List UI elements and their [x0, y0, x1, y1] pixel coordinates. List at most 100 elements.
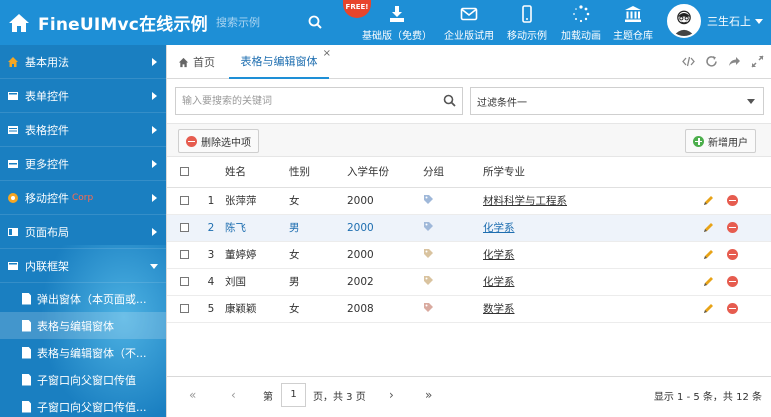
search-icon[interactable] — [443, 94, 456, 107]
plus-circle-icon — [693, 135, 704, 147]
search-input[interactable] — [176, 88, 436, 114]
page-total-label: 页，共 3 页 — [313, 392, 366, 403]
main-panel: 首页 表格与编辑窗体 × 过滤条件一 删除选中项 新增用户 — [166, 45, 771, 417]
pencil-icon[interactable] — [703, 222, 714, 233]
cell-year: 2000 — [347, 187, 423, 215]
pager-info: 显示 1 - 5 条，共 12 条 — [653, 392, 762, 403]
nav-themes[interactable]: 主题仓库 — [613, 5, 653, 42]
data-grid: 姓名 性别 入学年份 分组 所学专业 1 张萍萍 女 2000 材料科学与工程系 — [167, 157, 771, 323]
delete-row-icon[interactable] — [727, 195, 739, 206]
chevron-down-icon — [747, 99, 755, 104]
row-number: 3 — [197, 241, 225, 269]
add-user-button[interactable]: 新增用户 — [685, 129, 756, 153]
pencil-icon[interactable] — [703, 303, 714, 314]
delete-row-icon[interactable] — [727, 303, 739, 314]
sidebar-subitem-child-parent[interactable]: 子窗口向父窗口传值 — [0, 366, 166, 393]
column-header-major[interactable]: 所学专业 — [483, 157, 703, 188]
cell-year: 2000 — [347, 214, 423, 242]
row-checkbox[interactable] — [180, 250, 189, 259]
nav-loading[interactable]: 加载动画 — [561, 5, 601, 42]
sidebar-item-table[interactable]: 表格控件 — [0, 113, 166, 147]
sidebar-item-iframe[interactable]: 内联框架 — [0, 249, 166, 283]
prev-page-button[interactable]: ‹ — [231, 388, 236, 402]
sidebar-item-mobile[interactable]: 移动控件 Corp — [0, 181, 166, 215]
nav-basic[interactable]: 基础版（免费） — [362, 5, 432, 42]
delete-selected-button[interactable]: 删除选中项 — [178, 129, 259, 153]
layout-icon — [8, 227, 18, 236]
next-page-button[interactable]: › — [389, 388, 394, 402]
user-menu[interactable]: 三生石上 — [667, 4, 763, 38]
row-checkbox[interactable] — [180, 304, 189, 313]
document-icon — [22, 319, 31, 332]
table-row[interactable]: 5 康颖颖 女 2008 数学系 — [167, 295, 771, 323]
cell-gender: 女 — [289, 241, 347, 269]
nav-mobile[interactable]: 移动示例 — [507, 5, 547, 42]
cell-major-link[interactable]: 材料科学与工程系 — [483, 195, 567, 207]
column-header-year[interactable]: 入学年份 — [347, 157, 423, 188]
nav-enterprise[interactable]: 企业版试用 — [444, 5, 494, 42]
pager: « ‹ 第 1 页，共 3 页 › » 显示 1 - 5 条，共 12 条 — [167, 376, 771, 412]
sidebar-subitem-popup[interactable]: 弹出窗体（本页面或... — [0, 285, 166, 312]
page-number-input[interactable]: 1 — [281, 383, 306, 407]
last-page-button[interactable]: » — [425, 388, 432, 402]
sidebar-item-form[interactable]: 表单控件 — [0, 79, 166, 113]
pencil-icon[interactable] — [703, 195, 714, 206]
sidebar-subitem-grid-edit[interactable]: 表格与编辑窗体 — [0, 312, 166, 339]
column-header-gender[interactable]: 性别 — [289, 157, 347, 188]
filter-select[interactable]: 过滤条件一 — [470, 87, 764, 115]
row-number: 1 — [197, 187, 225, 215]
row-number: 2 — [197, 214, 225, 242]
delete-row-icon[interactable] — [727, 276, 739, 287]
cell-major-link[interactable]: 化学系 — [483, 249, 515, 261]
share-icon[interactable] — [728, 55, 741, 68]
table-row[interactable]: 4 刘国 男 2002 化学系 — [167, 268, 771, 296]
cell-gender: 女 — [289, 187, 347, 215]
filter-value: 过滤条件一 — [477, 97, 527, 109]
cell-year: 2008 — [347, 295, 423, 323]
sidebar-item-basic[interactable]: 基本用法 — [0, 45, 166, 79]
delete-row-icon[interactable] — [727, 222, 739, 233]
app-logo[interactable]: FineUIMvc在线示例 — [8, 10, 208, 35]
table-header-row: 姓名 性别 入学年份 分组 所学专业 — [167, 157, 771, 188]
close-icon[interactable]: × — [323, 48, 331, 59]
tag-icon — [424, 221, 433, 231]
row-checkbox[interactable] — [180, 196, 189, 205]
row-checkbox[interactable] — [180, 277, 189, 286]
first-page-button[interactable]: « — [189, 388, 196, 402]
home-icon — [8, 56, 18, 67]
document-icon — [22, 346, 31, 359]
app-header: FineUIMvc在线示例 FREE! 基础版（免费） 企业版试用 移动示例 加… — [0, 0, 771, 45]
sidebar-subitem-child-parent-alt[interactable]: 子窗口向父窗口传值... — [0, 393, 166, 417]
sidebar-subitem-grid-edit-alt[interactable]: 表格与编辑窗体（不... — [0, 339, 166, 366]
row-checkbox[interactable] — [180, 223, 189, 232]
delete-row-icon[interactable] — [727, 249, 739, 260]
expand-icon[interactable] — [751, 55, 764, 68]
column-header-group[interactable]: 分组 — [423, 157, 483, 188]
cell-name: 刘国 — [225, 268, 289, 296]
cell-major-link[interactable]: 数学系 — [483, 303, 515, 315]
table-row[interactable]: 2 陈飞 男 2000 化学系 — [167, 214, 771, 242]
code-icon[interactable] — [682, 55, 695, 68]
pencil-icon[interactable] — [703, 276, 714, 287]
tag-icon — [424, 248, 433, 258]
chevron-right-icon — [152, 228, 157, 236]
search-icon[interactable] — [308, 15, 322, 29]
tag-icon — [424, 194, 433, 204]
download-icon — [390, 6, 404, 22]
chevron-right-icon — [152, 92, 157, 100]
column-header-name[interactable]: 姓名 — [225, 157, 289, 188]
tag-icon — [424, 302, 433, 312]
select-all-checkbox[interactable] — [180, 167, 189, 177]
pencil-icon[interactable] — [703, 249, 714, 260]
refresh-icon[interactable] — [705, 55, 718, 68]
sidebar-item-more[interactable]: 更多控件 — [0, 147, 166, 181]
chevron-right-icon — [152, 194, 157, 202]
sidebar-item-layout[interactable]: 页面布局 — [0, 215, 166, 249]
cell-major-link[interactable]: 化学系 — [483, 276, 515, 288]
tab-home[interactable]: 首页 — [178, 45, 215, 79]
tab-grid-edit[interactable]: 表格与编辑窗体 × — [229, 45, 331, 79]
table-row[interactable]: 3 董婷婷 女 2000 化学系 — [167, 241, 771, 269]
table-row[interactable]: 1 张萍萍 女 2000 材料科学与工程系 — [167, 187, 771, 215]
cell-major-link[interactable]: 化学系 — [483, 222, 515, 234]
cell-gender: 男 — [289, 268, 347, 296]
